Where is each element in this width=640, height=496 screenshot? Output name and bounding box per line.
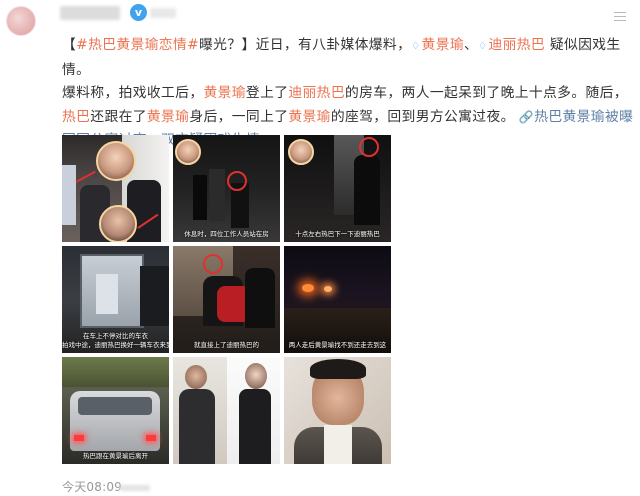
avatar[interactable]: [6, 6, 36, 36]
grid-image-9[interactable]: [284, 357, 391, 464]
text-segment: 身后，一同上了: [189, 108, 289, 125]
mention-name[interactable]: 黄景瑜: [203, 85, 245, 101]
topic-link[interactable]: #热巴黄景瑜恋情#: [76, 37, 199, 53]
image-caption: 休息时，四位工作人员站在房: [184, 230, 269, 238]
mention-name[interactable]: 迪丽热巴: [288, 85, 345, 101]
chevron-down-icon[interactable]: [612, 10, 628, 22]
grid-image-2[interactable]: 休息时，四位工作人员站在房: [173, 135, 280, 242]
text-segment: 爆料称，拍戏收工后，: [62, 85, 204, 101]
text-segment: 还跟在了: [90, 108, 147, 125]
image-caption: 就直接上了迪丽热巴的: [194, 341, 259, 349]
bracket-open: 【: [62, 37, 77, 53]
post-timestamp[interactable]: 今天08:09: [62, 478, 122, 495]
grid-image-4[interactable]: 在车上不停对比的车衣 拍戏中途，迪丽热巴换好一辆车衣来到: [62, 246, 169, 353]
text-segment: 登上了: [245, 85, 289, 101]
mention-name[interactable]: 黄景瑜: [288, 109, 330, 125]
username[interactable]: 用户: [60, 6, 120, 20]
verified-icon: v: [130, 4, 147, 21]
diamond-icon: ♢: [411, 41, 421, 52]
grid-image-8[interactable]: [173, 357, 280, 464]
image-caption: 热巴跟在黄景瑜后离开: [83, 452, 148, 460]
text-segment: 的房车，两人一起呆到了晚上十点多。随后，: [344, 85, 628, 101]
text-segment: 的座驾，回到男方公寓过夜。: [330, 108, 515, 125]
grid-image-3[interactable]: 十点左右热巴下一下迪丽热巴: [284, 135, 391, 242]
grid-image-6[interactable]: 两人走后黄景瑜找不到还走去到这: [284, 246, 391, 353]
weibo-post: 用户 v 【#热巴黄景瑜恋情#曝光？】近日，有八卦媒体爆料，♢黄景瑜、♢迪丽热巴…: [0, 0, 640, 496]
mention-huangjingyu[interactable]: 黄景瑜: [422, 37, 464, 53]
mention-name[interactable]: 热巴: [62, 109, 90, 125]
text-separator: 、: [464, 37, 479, 53]
text-segment: 曝光？】近日，有八卦媒体爆料，: [199, 37, 412, 53]
grid-image-1[interactable]: [62, 135, 169, 242]
mention-dilireba[interactable]: 迪丽热巴: [488, 37, 545, 53]
grid-image-7[interactable]: 热巴跟在黄景瑜后离开: [62, 357, 169, 464]
post-source: [120, 485, 150, 491]
image-caption: 拍戏中途，迪丽热巴换好一辆车衣来到: [62, 341, 169, 349]
link-icon: 🔗: [514, 109, 535, 124]
mention-name[interactable]: 黄景瑜: [147, 109, 189, 125]
image-grid: 休息时，四位工作人员站在房 十点左右热巴下一下迪丽热巴 在车上不停对比的车衣 拍…: [62, 135, 392, 465]
diamond-icon: ♢: [478, 41, 488, 52]
user-meta: [150, 8, 176, 18]
grid-image-5[interactable]: 就直接上了迪丽热巴的: [173, 246, 280, 353]
image-caption: 十点左右热巴下一下迪丽热巴: [295, 230, 380, 238]
image-caption: 两人走后黄景瑜找不到还走去到这: [288, 341, 387, 349]
